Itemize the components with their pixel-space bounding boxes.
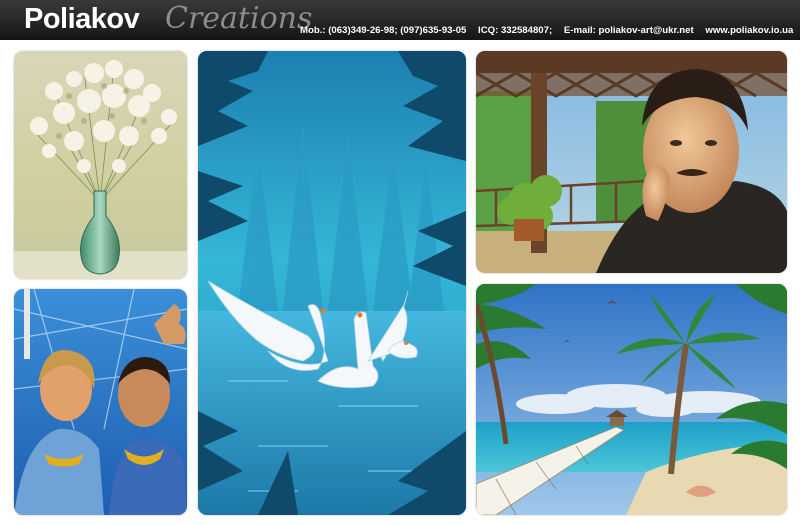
brand-script: Creations bbox=[165, 1, 313, 36]
brand-logo[interactable]: Poliakov bbox=[24, 2, 140, 36]
swans-lake-image bbox=[198, 51, 466, 515]
tropical-beach-painting[interactable] bbox=[476, 284, 787, 515]
swans-lake-painting[interactable] bbox=[198, 51, 466, 515]
flowers-vase-image bbox=[14, 51, 187, 279]
couple-portrait-painting[interactable] bbox=[14, 289, 187, 515]
couple-portrait-image bbox=[14, 289, 187, 515]
man-portrait-image bbox=[476, 51, 787, 273]
website-link[interactable]: www.poliakov.io.ua bbox=[705, 25, 793, 36]
contact-info: Mob.: (063)349-26-98; (097)635-93-05 ICQ… bbox=[300, 25, 793, 37]
mobile-numbers: Mob.: (063)349-26-98; (097)635-93-05 bbox=[300, 25, 467, 36]
man-portrait-painting[interactable] bbox=[476, 51, 787, 273]
icq-number: ICQ: 332584807; bbox=[478, 25, 553, 36]
email-link[interactable]: E-mail: poliakov-art@ukr.net bbox=[564, 25, 694, 36]
header-bar: Poliakov Creations Mob.: (063)349-26-98;… bbox=[0, 0, 800, 40]
tropical-beach-image bbox=[476, 284, 787, 515]
flowers-vase-painting[interactable] bbox=[14, 51, 187, 279]
